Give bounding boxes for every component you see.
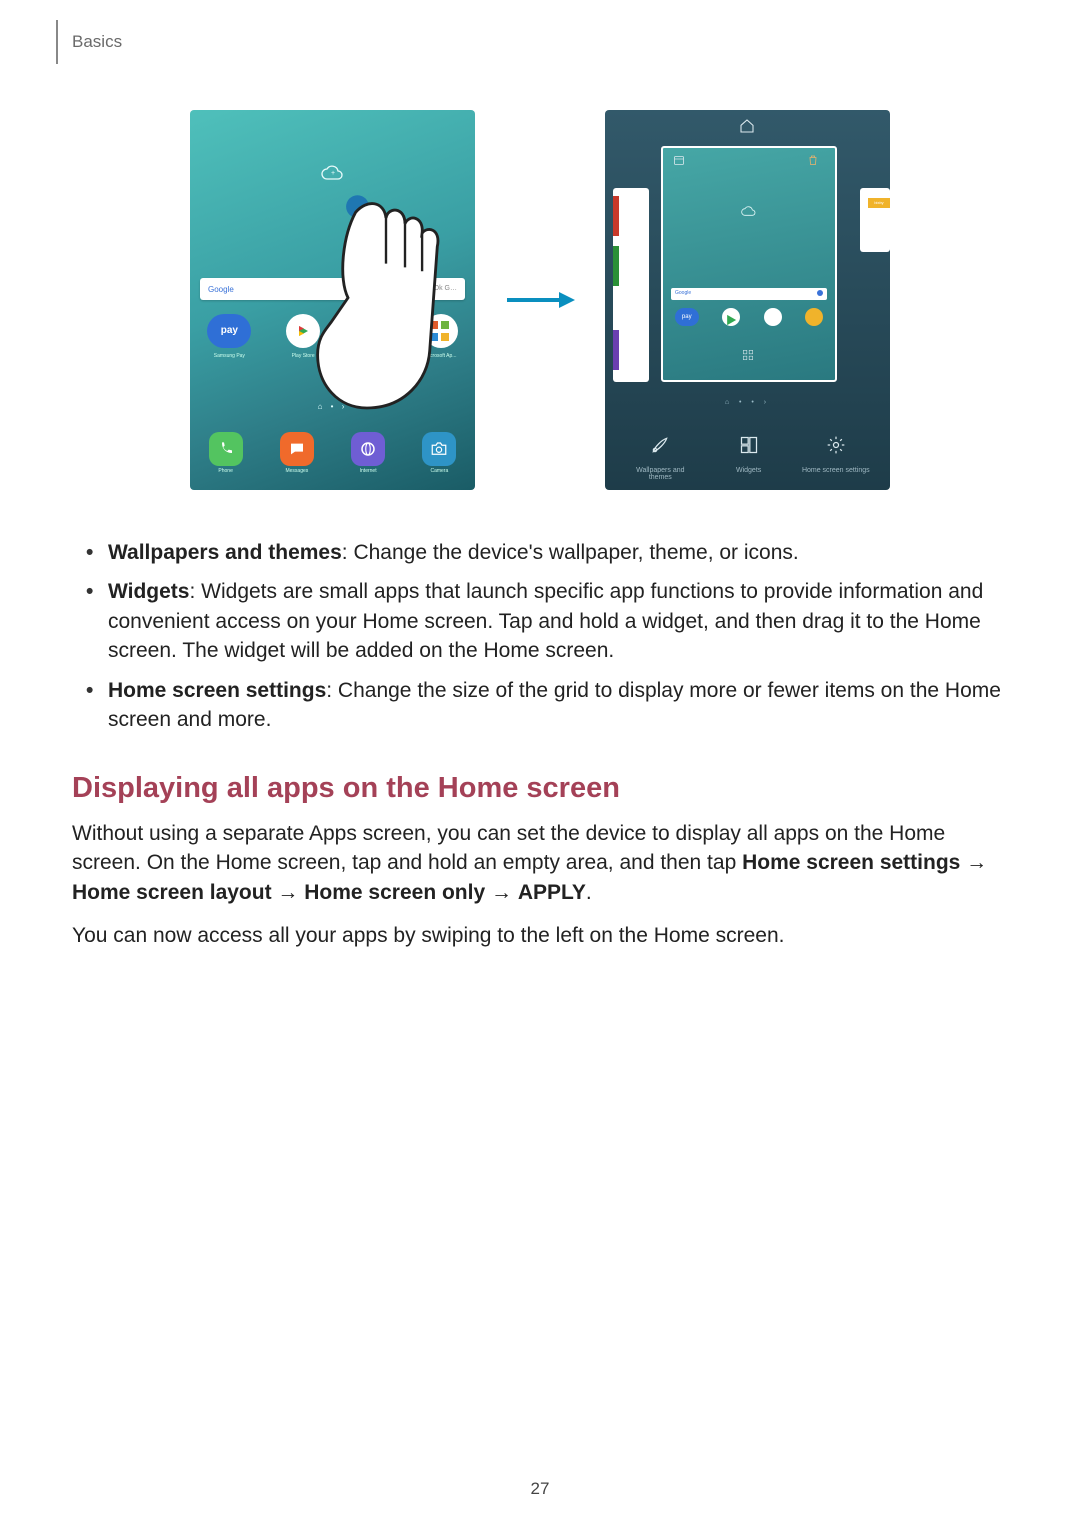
app-google-folder[interactable]: Google — [355, 314, 389, 348]
section-header-tab: Basics — [56, 20, 134, 64]
path-step: Home screen only — [304, 881, 485, 904]
svg-text:+: + — [330, 170, 334, 177]
dock: Phone Messages Internet Camera — [190, 422, 475, 484]
bixby-badge: bixby — [868, 198, 890, 208]
mini-search-bar: Google — [671, 288, 827, 300]
section-header-label: Basics — [72, 32, 122, 51]
mini-pay-icon: pay — [675, 308, 699, 326]
app-label: Play Store — [292, 353, 315, 360]
home-outline-icon — [739, 118, 757, 136]
mini-play-icon — [722, 308, 740, 326]
mini-pay-text: pay — [682, 314, 692, 320]
manual-page: Basics + Google Say "Ok G… pay Samsung P… — [0, 0, 1080, 1527]
feature-bullet-list: Wallpapers and themes: Change the device… — [84, 538, 1008, 734]
screenshot-edit-mode: bixby Google pay ⌂ • • › — [605, 110, 890, 490]
dock-messages[interactable]: Messages — [280, 432, 314, 475]
mini-google-icon — [764, 308, 782, 326]
page-indicator: ⌂ • • › — [605, 398, 890, 408]
apps-grid-icon — [741, 348, 757, 364]
option-home-settings[interactable]: Home screen settings — [802, 435, 870, 474]
dock-label: Internet — [360, 468, 377, 475]
dock-internet[interactable]: Internet — [351, 432, 385, 475]
app-label: Samsung Pay — [214, 353, 245, 360]
paragraph: You can now access all your apps by swip… — [72, 921, 1008, 950]
gear-icon — [802, 435, 870, 462]
app-samsung-pay[interactable]: pay Samsung Pay — [207, 314, 251, 348]
mini-search-text: Google — [675, 290, 691, 296]
bullet-title: Wallpapers and themes — [108, 541, 342, 564]
page-indicator: ⌂ • › — [190, 401, 475, 412]
edit-options-row: Wallpapers and themes Widgets Home scree… — [605, 435, 890, 482]
body-text: Without using a separate Apps screen, yo… — [72, 819, 1008, 951]
paragraph: Without using a separate Apps screen, yo… — [72, 819, 1008, 907]
screenshot-home: + Google Say "Ok G… pay Samsung Pay Play… — [190, 110, 475, 490]
page-thumb-left[interactable] — [613, 188, 649, 382]
page-number: 27 — [0, 1477, 1080, 1501]
bullet-body: : Change the device's wallpaper, theme, … — [342, 541, 799, 564]
google-search-bar[interactable]: Google Say "Ok G… — [200, 278, 465, 300]
widgets-icon — [736, 435, 761, 462]
search-brand: Google — [208, 285, 234, 294]
bullet-item: Wallpapers and themes: Change the device… — [84, 538, 1008, 567]
option-wallpapers-themes[interactable]: Wallpapers and themes — [625, 435, 695, 482]
pay-text: pay — [221, 324, 238, 338]
delete-icon[interactable] — [807, 154, 825, 172]
mini-app-row: pay — [663, 308, 835, 326]
page-thumb-current[interactable]: Google pay — [661, 146, 837, 382]
option-label: Wallpapers and themes — [625, 467, 695, 482]
app-label: Microsoft Ap... — [425, 353, 457, 360]
brush-icon — [625, 435, 695, 462]
color-strip-icon — [613, 196, 619, 236]
text: . — [586, 881, 592, 904]
app-microsoft-folder[interactable]: Microsoft Ap... — [424, 314, 458, 348]
app-label: Google — [364, 353, 380, 360]
section-heading: Displaying all apps on the Home screen — [72, 768, 1008, 809]
color-strip-icon — [613, 330, 619, 370]
mini-ms-icon — [805, 308, 823, 326]
page-thumb-right[interactable]: bixby — [860, 188, 890, 252]
color-strip-icon — [613, 246, 619, 286]
option-label: Widgets — [736, 467, 761, 475]
arrow-sep: → — [960, 851, 987, 874]
path-step: APPLY — [518, 881, 586, 904]
bullet-title: Widgets — [108, 580, 189, 603]
app-play-store[interactable]: Play Store — [286, 314, 320, 348]
dock-label: Messages — [285, 468, 308, 475]
bullet-item: Home screen settings: Change the size of… — [84, 676, 1008, 735]
search-hint: Say "Ok G… — [417, 284, 457, 294]
path-step: Home screen settings — [742, 851, 960, 874]
option-label: Home screen settings — [802, 467, 870, 475]
dock-label: Phone — [218, 468, 232, 475]
mic-icon — [817, 290, 823, 296]
arrow-sep: → — [485, 881, 518, 904]
dock-phone[interactable]: Phone — [209, 432, 243, 475]
arrow-right-icon — [505, 290, 575, 310]
path-step: Home screen layout — [72, 881, 272, 904]
bullet-item: Widgets: Widgets are small apps that lau… — [84, 577, 1008, 665]
weather-cloud-icon: + — [320, 165, 346, 190]
bullet-body: : Widgets are small apps that launch spe… — [108, 580, 983, 662]
calendar-icon — [673, 154, 691, 172]
option-widgets[interactable]: Widgets — [736, 435, 761, 474]
dock-camera[interactable]: Camera — [422, 432, 456, 475]
bullet-title: Home screen settings — [108, 679, 326, 702]
weather-cloud-icon — [740, 206, 758, 223]
arrow-sep: → — [272, 881, 305, 904]
figure-row: + Google Say "Ok G… pay Samsung Pay Play… — [72, 110, 1008, 490]
app-row: pay Samsung Pay Play Store Google — [190, 314, 475, 348]
dock-label: Camera — [430, 468, 448, 475]
